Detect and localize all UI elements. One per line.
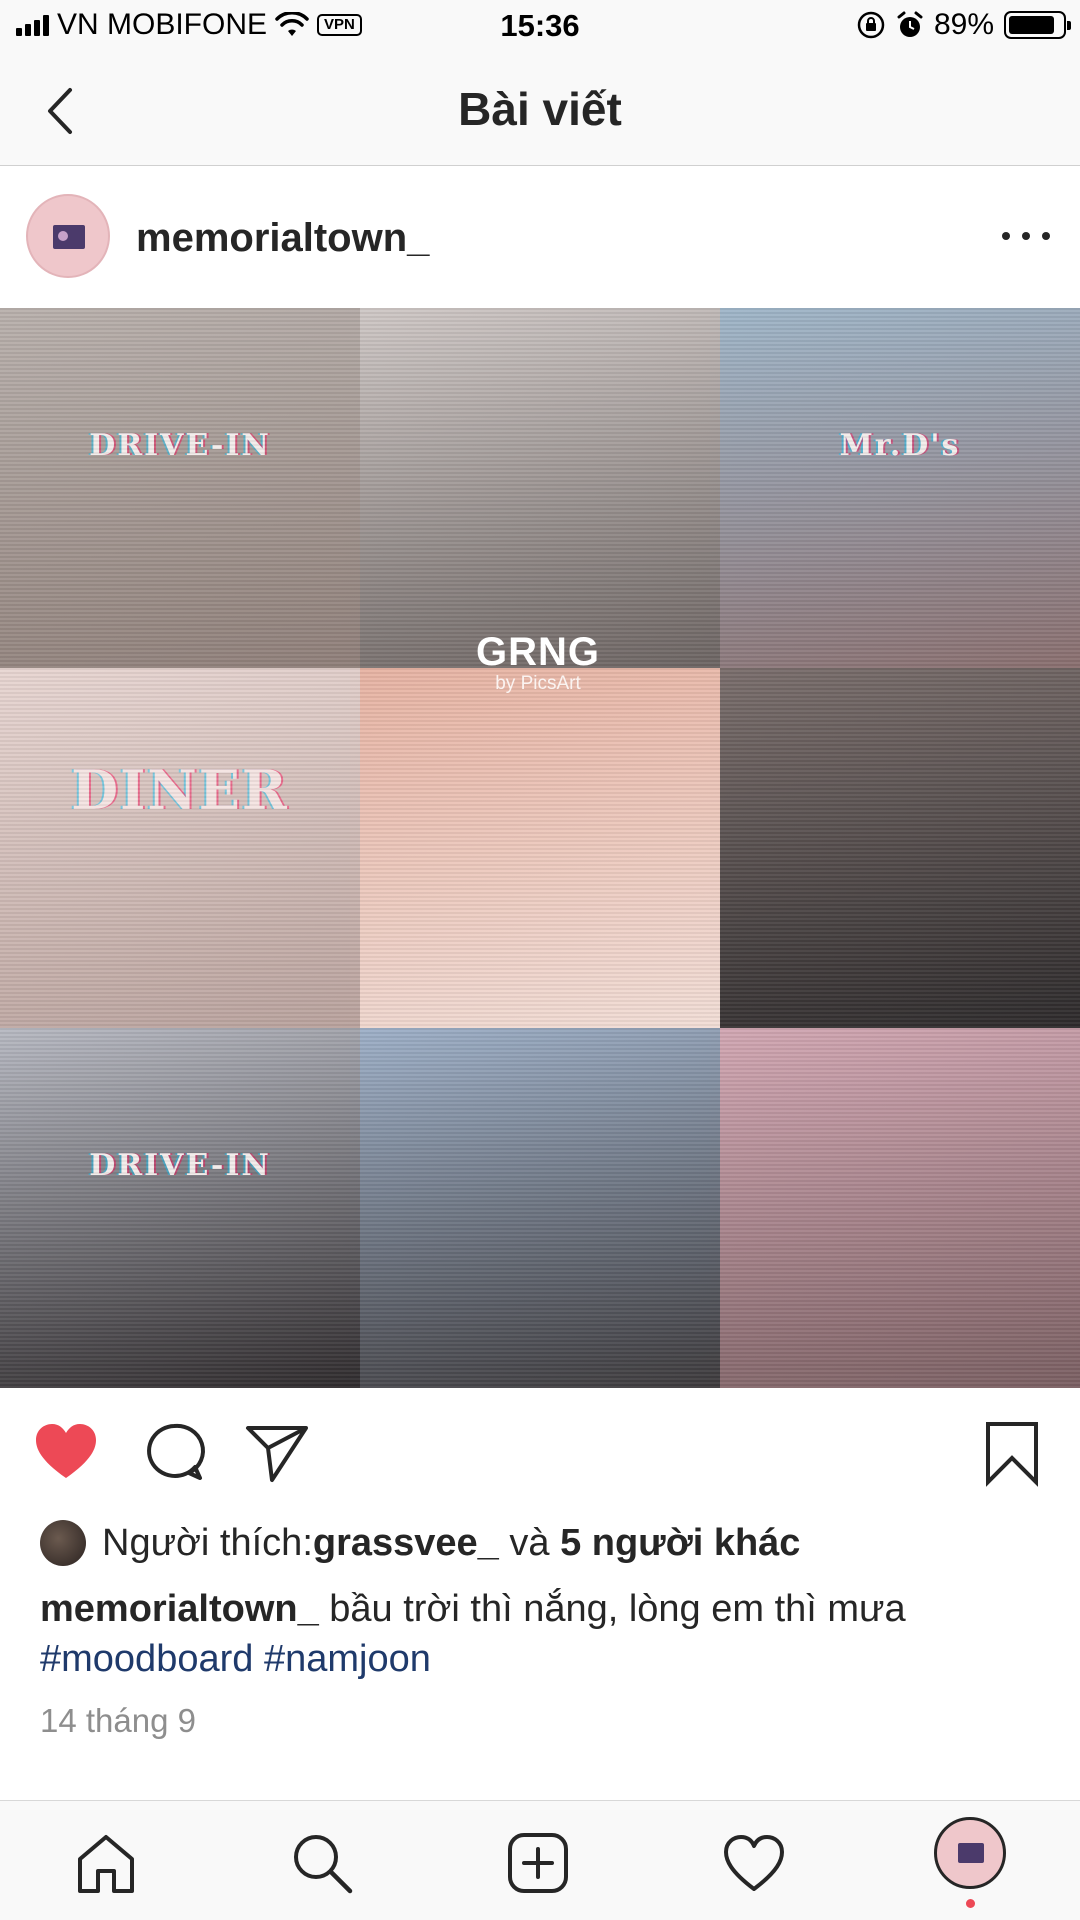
tab-search[interactable] (288, 1829, 356, 1897)
bookmark-icon (986, 1422, 1038, 1487)
nav-bar: Bài viết (0, 54, 1080, 166)
image-tile (360, 1028, 720, 1388)
image-tile: DRIVE-IN (0, 308, 360, 668)
likes-summary: Người thích: grassvee_ và 5 người khác (40, 1515, 800, 1571)
post-author-avatar[interactable] (26, 194, 110, 278)
image-tile (360, 668, 720, 1028)
orientation-lock-icon (857, 11, 885, 39)
status-right: 89% (856, 8, 1071, 42)
tab-activity[interactable] (720, 1829, 788, 1897)
image-watermark: GRNG by PicsArt (358, 630, 718, 695)
profile-avatar (958, 1843, 984, 1863)
send-icon (246, 1426, 308, 1482)
hashtag-link[interactable]: #namjoon (264, 1638, 431, 1680)
watermark-sub: by PicsArt (495, 673, 581, 694)
battery-icon (1004, 11, 1071, 39)
image-tile: DINER (0, 668, 360, 1028)
liker-username[interactable]: grassvee_ (313, 1522, 499, 1565)
image-tile (360, 308, 720, 668)
caption-username[interactable]: memorialtown_ (40, 1588, 319, 1630)
tile-sign-text: Mr.D's (839, 428, 961, 463)
status-bar: VN MOBIFONE VPN 15:36 89% (0, 0, 1080, 54)
post-image[interactable]: DRIVE-IN Mr.D's DINER DRIVE-IN (0, 308, 1080, 1388)
image-tile (720, 1028, 1080, 1388)
tab-new-post[interactable] (504, 1829, 572, 1897)
post-actions (0, 1388, 1080, 1508)
image-tile (720, 668, 1080, 1028)
post-caption: memorialtown_ bầu trời thì nắng, lòng em… (40, 1584, 1040, 1684)
battery-percent: 89% (933, 8, 994, 41)
home-icon (78, 1835, 134, 1893)
likes-others[interactable]: 5 người khác (560, 1522, 800, 1565)
tile-sign-text: DINER (71, 758, 289, 822)
post-header: memorialtown_ (0, 166, 1080, 308)
liker-avatar[interactable] (40, 1520, 86, 1566)
comment-icon (147, 1423, 205, 1480)
activity-heart-icon (724, 1835, 784, 1891)
page-title: Bài viết (458, 83, 622, 135)
likes-prefix: Người thích: (102, 1521, 313, 1564)
bottom-tab-bar (0, 1800, 1080, 1920)
post-date: 14 tháng 9 (40, 1702, 196, 1739)
tile-sign-text: DRIVE-IN (89, 428, 271, 463)
tab-profile[interactable] (934, 1817, 1006, 1889)
like-button[interactable] (30, 1416, 102, 1488)
search-icon (294, 1835, 353, 1894)
caption-hashtags: #moodboard #namjoon (40, 1638, 431, 1680)
caption-text: bầu trời thì nắng, lòng em thì mưa (318, 1588, 906, 1630)
more-horizontal-icon (1002, 232, 1010, 240)
likes-connector: và (498, 1521, 561, 1564)
more-options-button[interactable] (1002, 218, 1050, 254)
tile-sign-text: DRIVE-IN (89, 1148, 271, 1183)
share-button[interactable] (240, 1416, 312, 1488)
tab-home[interactable] (72, 1829, 140, 1897)
add-post-icon (508, 1833, 568, 1893)
alarm-icon (897, 11, 923, 37)
save-button[interactable] (976, 1416, 1048, 1488)
notification-dot (966, 1899, 975, 1908)
watermark-main: GRNG (476, 630, 600, 674)
heart-filled-icon (36, 1424, 96, 1478)
hashtag-link[interactable]: #moodboard (40, 1638, 253, 1680)
image-tile: Mr.D's (720, 308, 1080, 668)
comment-button[interactable] (138, 1416, 210, 1488)
post-author-username[interactable]: memorialtown_ (136, 216, 429, 261)
image-tile: DRIVE-IN (0, 1028, 360, 1388)
